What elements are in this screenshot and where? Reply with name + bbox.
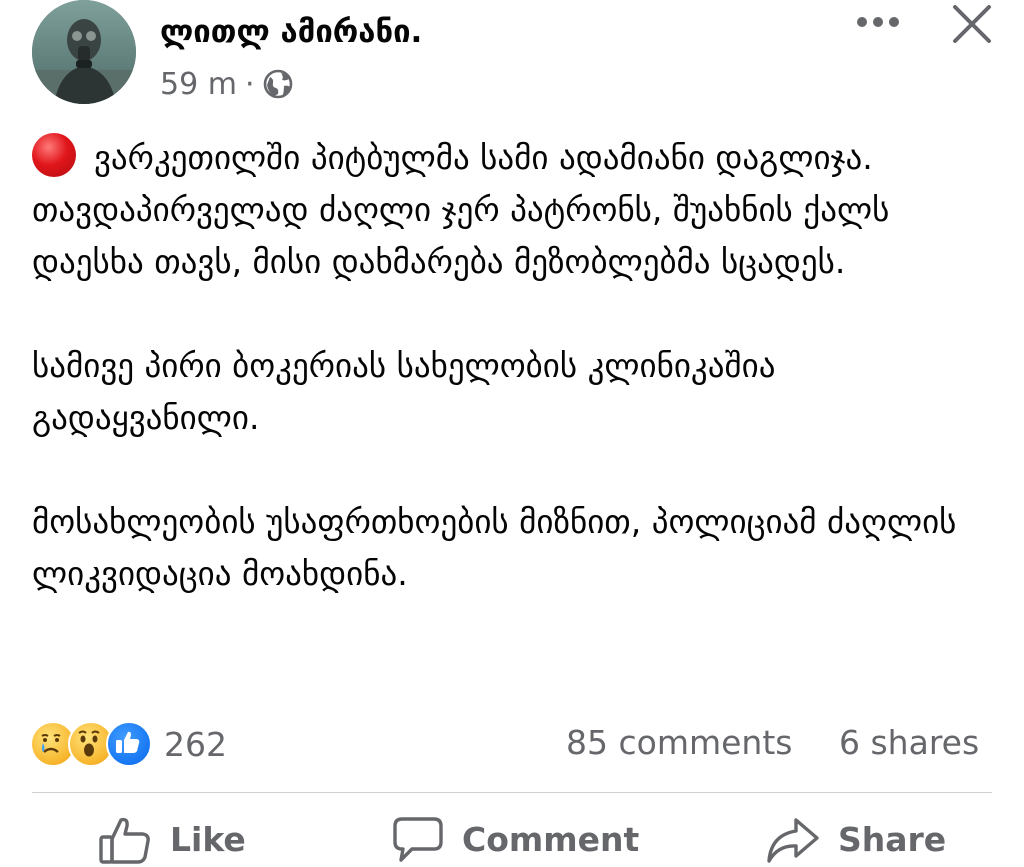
post-meta: 59 m ·	[160, 64, 294, 104]
close-icon[interactable]	[946, 0, 998, 48]
reaction-count: 262	[164, 724, 227, 764]
like-label: Like	[170, 820, 246, 859]
like-reaction-icon	[106, 721, 152, 767]
divider	[32, 792, 992, 793]
comment-label: Comment	[462, 820, 640, 859]
avatar[interactable]	[32, 0, 136, 104]
globe-icon	[262, 68, 294, 100]
red-circle-icon	[32, 133, 76, 177]
comments-count[interactable]: 85 comments	[566, 723, 792, 762]
comment-icon	[393, 816, 443, 862]
share-icon	[767, 817, 819, 863]
author-name[interactable]: ლითლ ამირანი.	[160, 14, 422, 50]
reactions-summary[interactable]: 262	[30, 721, 227, 767]
post-paragraph-text: ვარკეთილში პიტბულმა სამი ადამიანი დაგლიჯ…	[32, 138, 890, 281]
post-time[interactable]: 59 m	[160, 67, 237, 102]
more-options-icon[interactable]	[852, 2, 904, 42]
post-paragraph: სამივე პირი ბოკერიას სახელობის კლინიკაში…	[32, 346, 776, 437]
post-paragraph: მოსახლეობის უსაფრთხოების მიზნით, პოლიცია…	[32, 502, 957, 593]
post-header: ლითლ ამირანი. 59 m ·	[0, 0, 1024, 110]
like-button[interactable]: Like	[98, 812, 246, 867]
thumbs-up-icon	[99, 817, 150, 864]
post-stats: 262 85 comments 6 shares	[0, 716, 1024, 772]
post-actions: Like Comment Share	[0, 812, 1024, 867]
share-label: Share	[838, 820, 947, 859]
post-paragraph: ვარკეთილში პიტბულმა სამი ადამიანი დაგლიჯ…	[32, 132, 1007, 288]
comment-button[interactable]: Comment	[392, 812, 639, 867]
meta-separator: ·	[244, 66, 255, 102]
post-text: ვარკეთილში პიტბულმა სამი ადამიანი დაგლიჯ…	[32, 132, 1007, 600]
share-button[interactable]: Share	[766, 812, 946, 867]
shares-count[interactable]: 6 shares	[839, 723, 979, 762]
